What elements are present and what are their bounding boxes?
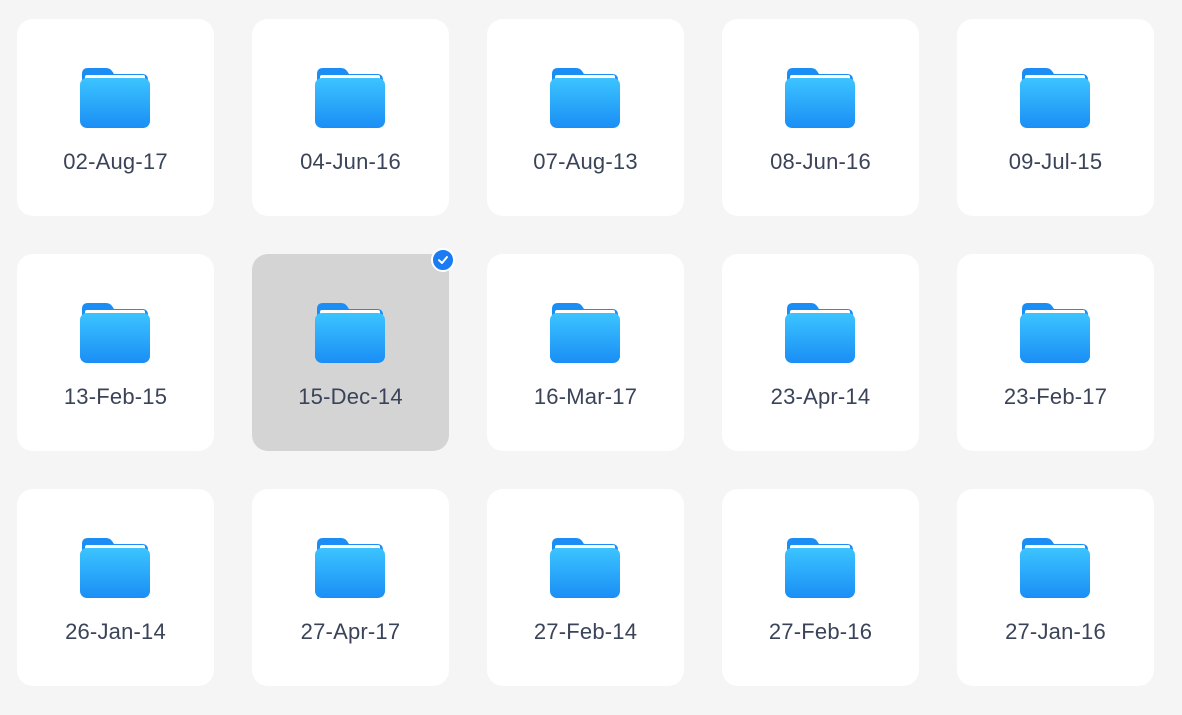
folder-tile[interactable]: 27-Jan-16 (957, 489, 1154, 686)
folder-tile[interactable]: 16-Mar-17 (487, 254, 684, 451)
folder-label: 09-Jul-15 (1008, 149, 1103, 174)
folder-label: 07-Aug-13 (533, 149, 638, 174)
folder-tile[interactable]: 15-Dec-14 (252, 248, 455, 451)
folder-label: 27-Apr-17 (300, 619, 401, 644)
folder-icon (80, 66, 150, 128)
folder-icon (80, 536, 150, 598)
folder-icon (550, 66, 620, 128)
folder-tile[interactable]: 02-Aug-17 (17, 19, 214, 216)
folder-label: 27-Jan-16 (1005, 619, 1106, 644)
folder-icon (785, 536, 855, 598)
folder-label: 26-Jan-14 (65, 619, 166, 644)
folder-label: 27-Feb-16 (768, 619, 873, 644)
folder-icon (550, 301, 620, 363)
folder-label: 15-Dec-14 (298, 384, 403, 409)
folder-tile[interactable]: 04-Jun-16 (252, 19, 449, 216)
folder-label: 04-Jun-16 (300, 149, 401, 174)
folder-tile[interactable]: 23-Apr-14 (722, 254, 919, 451)
folder-icon (315, 301, 385, 363)
folder-icon (550, 536, 620, 598)
folder-tile[interactable]: 27-Feb-14 (487, 489, 684, 686)
folder-tile[interactable]: 27-Feb-16 (722, 489, 919, 686)
folder-tile[interactable]: 26-Jan-14 (17, 489, 214, 686)
folder-tile[interactable]: 09-Jul-15 (957, 19, 1154, 216)
folder-label: 23-Feb-17 (1003, 384, 1108, 409)
folder-icon (785, 66, 855, 128)
folder-tile[interactable]: 23-Feb-17 (957, 254, 1154, 451)
checkmark-circle-icon (431, 248, 455, 272)
folder-grid: 02-Aug-17 04-Jun-16 07-Aug-13 08-Jun-16 … (17, 19, 1154, 686)
folder-icon (315, 536, 385, 598)
folder-label: 13-Feb-15 (63, 384, 168, 409)
folder-tile[interactable]: 07-Aug-13 (487, 19, 684, 216)
folder-label: 23-Apr-14 (770, 384, 871, 409)
folder-tile[interactable]: 27-Apr-17 (252, 489, 449, 686)
folder-icon (785, 301, 855, 363)
folder-label: 02-Aug-17 (63, 149, 168, 174)
folder-icon (1020, 301, 1090, 363)
folder-icon (315, 66, 385, 128)
folder-tile[interactable]: 13-Feb-15 (17, 254, 214, 451)
folder-icon (1020, 536, 1090, 598)
folder-label: 08-Jun-16 (770, 149, 871, 174)
folder-tile[interactable]: 08-Jun-16 (722, 19, 919, 216)
folder-label: 27-Feb-14 (533, 619, 638, 644)
folder-label: 16-Mar-17 (533, 384, 638, 409)
folder-icon (1020, 66, 1090, 128)
folder-icon (80, 301, 150, 363)
